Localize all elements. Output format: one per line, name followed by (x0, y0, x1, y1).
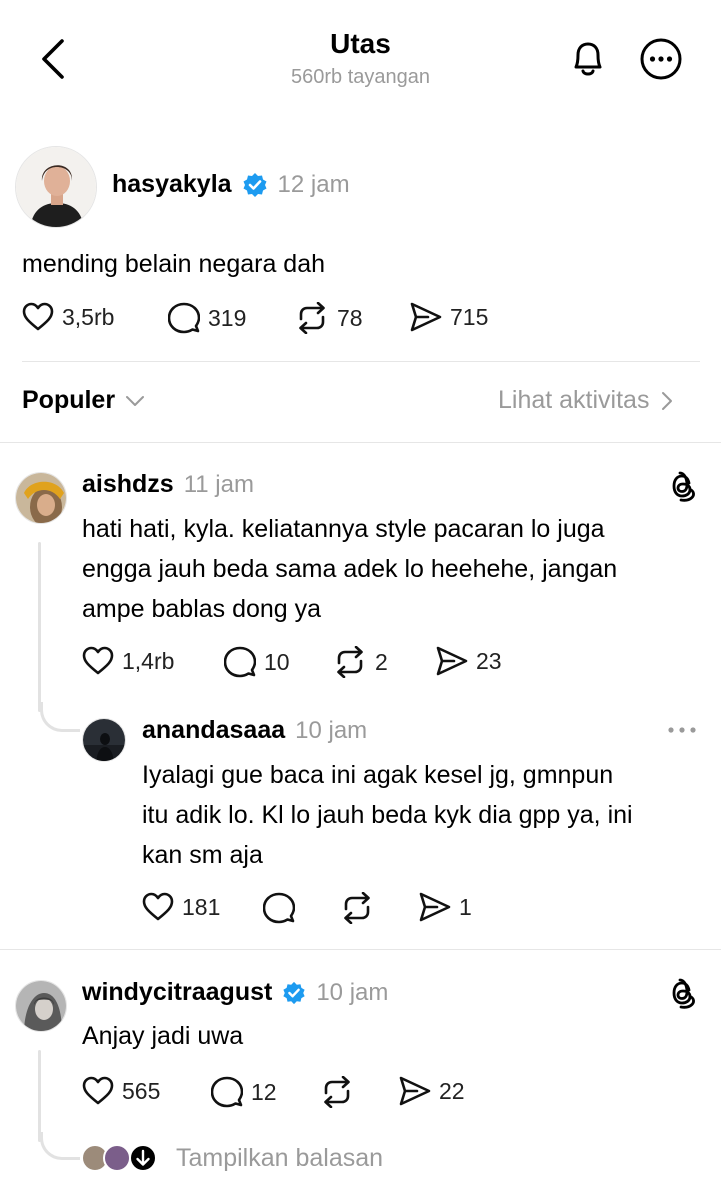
heart-icon (82, 646, 114, 676)
share-count: 22 (439, 1077, 465, 1104)
show-replies-button[interactable]: Tampilkan balasan (80, 1142, 383, 1174)
comment-button[interactable]: 319 (168, 302, 246, 334)
thread-connector (40, 1132, 80, 1160)
like-count: 3,5rb (62, 303, 115, 330)
share-count: 1 (459, 893, 472, 920)
like-button[interactable]: 181 (142, 892, 220, 922)
share-icon (436, 646, 468, 676)
reply-text-line: hati hati, kyla. keliatannya style pacar… (82, 515, 605, 543)
verified-badge-icon (282, 981, 306, 1005)
like-count: 1,4rb (122, 647, 175, 674)
verified-badge-icon (242, 172, 268, 198)
reply-time: 11 jam (183, 470, 254, 498)
repost-count: 2 (375, 648, 388, 675)
comment-icon (211, 1076, 243, 1108)
reply-text-line: engga jauh beda sama adek lo heehehe, ja… (82, 555, 618, 583)
heart-icon (142, 892, 174, 922)
reply-text-line: kan sm aja (142, 841, 263, 869)
reply-header: aishdzs 11 jam (82, 470, 254, 499)
page-title: Utas (330, 28, 391, 59)
more-options-icon[interactable] (666, 724, 698, 736)
more-options-icon[interactable] (639, 37, 683, 81)
repost-icon (333, 646, 367, 678)
threads-logo-icon[interactable] (667, 470, 697, 502)
bell-icon[interactable] (566, 37, 610, 81)
share-button[interactable]: 22 (399, 1076, 465, 1106)
post-username[interactable]: hasyakyla (112, 170, 232, 199)
repost-button[interactable]: 78 (295, 302, 363, 334)
avatar[interactable] (15, 472, 67, 524)
chevron-down-icon (125, 394, 145, 408)
like-count: 181 (182, 893, 221, 920)
heart-icon (82, 1076, 114, 1106)
share-button[interactable]: 715 (410, 302, 488, 332)
share-count: 23 (476, 647, 502, 674)
chevron-right-icon (661, 391, 673, 411)
post-text: mending belain negara dah (22, 250, 326, 278)
reply-text-line: itu adik lo. Kl lo jauh beda kyk dia gpp… (142, 801, 633, 829)
repost-button[interactable] (340, 892, 374, 924)
avatar[interactable] (15, 980, 67, 1032)
repost-icon (340, 892, 374, 924)
reply-time: 10 jam (295, 716, 368, 744)
repost-icon (295, 302, 329, 334)
threads-logo-icon[interactable] (667, 977, 697, 1009)
like-button[interactable]: 565 (82, 1076, 160, 1106)
share-icon (419, 892, 451, 922)
view-activity-link[interactable]: Lihat aktivitas (498, 386, 673, 415)
repost-icon (320, 1076, 354, 1108)
show-replies-label: Tampilkan balasan (176, 1143, 384, 1172)
comment-icon (168, 302, 200, 334)
reply-text: Iyalagi gue baca ini agak kesel jg, gmnp… (142, 755, 702, 875)
reply-text-line: Anjay jadi uwa (82, 1022, 244, 1050)
views-count: 560rb tayangan (290, 66, 430, 88)
divider (22, 361, 700, 362)
divider (0, 442, 721, 443)
repost-button[interactable] (320, 1076, 354, 1108)
reply-text-line: ampe bablas dong ya (82, 595, 322, 623)
share-button[interactable]: 1 (419, 892, 472, 922)
like-count: 565 (122, 1077, 161, 1104)
comment-count: 319 (208, 304, 247, 331)
comment-button[interactable]: 12 (211, 1076, 277, 1108)
post-time: 12 jam (277, 170, 350, 198)
comment-icon (224, 646, 256, 678)
comment-count: 12 (251, 1078, 277, 1105)
like-button[interactable]: 3,5rb (22, 302, 114, 332)
reply-username[interactable]: windycitraagust (82, 978, 272, 1007)
heart-icon (22, 302, 54, 332)
thread-connector (40, 702, 80, 732)
share-button[interactable]: 23 (436, 646, 502, 676)
avatar[interactable] (15, 146, 97, 228)
post-header: hasyakyla 12 jam (112, 170, 350, 199)
comment-count: 10 (264, 648, 290, 675)
reply-username[interactable]: aishdzs (82, 470, 174, 499)
reply-text-line: Iyalagi gue baca ini agak kesel jg, gmnp… (142, 761, 614, 789)
sort-label: Populer (22, 386, 116, 414)
reply-username[interactable]: anandasaaa (142, 716, 285, 745)
repost-count: 78 (337, 304, 363, 331)
share-icon (399, 1076, 431, 1106)
reply-text: Anjay jadi uwa (82, 1016, 682, 1056)
reply-avatars-stack (80, 1142, 162, 1174)
reply-text: hati hati, kyla. keliatannya style pacar… (82, 509, 702, 629)
reply-header: windycitraagust 10 jam (82, 978, 388, 1007)
share-icon (410, 302, 442, 332)
share-count: 715 (450, 303, 489, 330)
repost-button[interactable]: 2 (333, 646, 388, 678)
comment-button[interactable] (263, 892, 295, 924)
sort-dropdown[interactable]: Populer (22, 386, 145, 415)
thread-line (38, 1050, 41, 1142)
like-button[interactable]: 1,4rb (82, 646, 174, 676)
view-activity-label: Lihat aktivitas (498, 386, 650, 414)
comment-button[interactable]: 10 (224, 646, 290, 678)
reply-time: 10 jam (316, 978, 389, 1006)
avatar[interactable] (82, 718, 126, 762)
comment-icon (263, 892, 295, 924)
divider (0, 949, 721, 950)
thread-line (38, 542, 41, 712)
reply-header: anandasaaa 10 jam (142, 716, 367, 745)
